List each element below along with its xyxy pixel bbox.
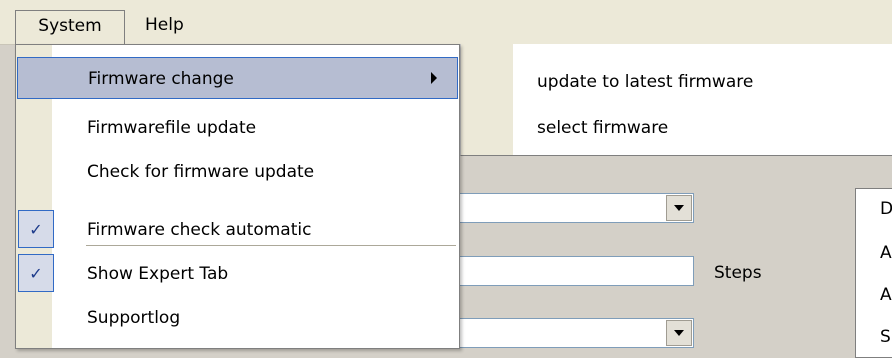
submenu-item-select-firmware[interactable]: select firmware bbox=[537, 110, 668, 146]
menu-bar: System Help bbox=[0, 0, 892, 45]
submenu-item-label: update to latest firmware bbox=[537, 72, 754, 92]
chevron-down-icon bbox=[674, 205, 684, 211]
menu-item-label: Firmwarefile update bbox=[87, 118, 257, 138]
menu-item-firmware-check-automatic[interactable]: ✓ Firmware check automatic bbox=[17, 209, 458, 251]
menu-system-label: System bbox=[38, 16, 102, 36]
menu-help-label: Help bbox=[145, 15, 184, 35]
submenu-arrow-icon bbox=[431, 72, 437, 84]
right-box-letter: S bbox=[880, 327, 891, 347]
menu-item-firmwarefile-update[interactable]: Firmwarefile update bbox=[17, 107, 458, 149]
combo-dropdown-button[interactable] bbox=[666, 195, 692, 221]
submenu-item-update-latest[interactable]: update to latest firmware bbox=[537, 64, 753, 100]
menu-item-label: Supportlog bbox=[87, 308, 181, 328]
submenu-icon-strip bbox=[461, 44, 513, 155]
right-box-letter: A bbox=[880, 243, 892, 263]
menu-help[interactable]: Help bbox=[145, 10, 215, 44]
menu-system[interactable]: System bbox=[15, 10, 125, 44]
steps-label: Steps bbox=[714, 263, 762, 283]
menu-item-check-firmware-update[interactable]: Check for firmware update bbox=[17, 151, 458, 193]
combo-dropdown-button[interactable] bbox=[666, 320, 692, 346]
submenu-item-label: select firmware bbox=[537, 118, 669, 138]
menu-item-label: Firmware change bbox=[88, 69, 234, 89]
menu-item-supportlog[interactable]: Supportlog bbox=[17, 297, 458, 339]
right-list-box: D A A S bbox=[855, 188, 892, 358]
firmware-submenu: update to latest firmware select firmwar… bbox=[460, 44, 892, 156]
right-box-letter: A bbox=[880, 285, 892, 305]
menu-item-show-expert-tab[interactable]: ✓ Show Expert Tab bbox=[17, 253, 458, 295]
system-dropdown-menu: Firmware change Firmwarefile update Chec… bbox=[15, 44, 460, 349]
right-box-letter: D bbox=[880, 199, 892, 219]
menu-item-label: Check for firmware update bbox=[87, 162, 315, 182]
menu-item-label: Firmware check automatic bbox=[87, 220, 312, 240]
menu-item-firmware-change[interactable]: Firmware change bbox=[17, 57, 458, 99]
check-icon: ✓ bbox=[18, 210, 54, 248]
chevron-down-icon bbox=[674, 330, 684, 336]
menu-item-label: Show Expert Tab bbox=[87, 264, 229, 284]
check-icon: ✓ bbox=[18, 254, 54, 292]
